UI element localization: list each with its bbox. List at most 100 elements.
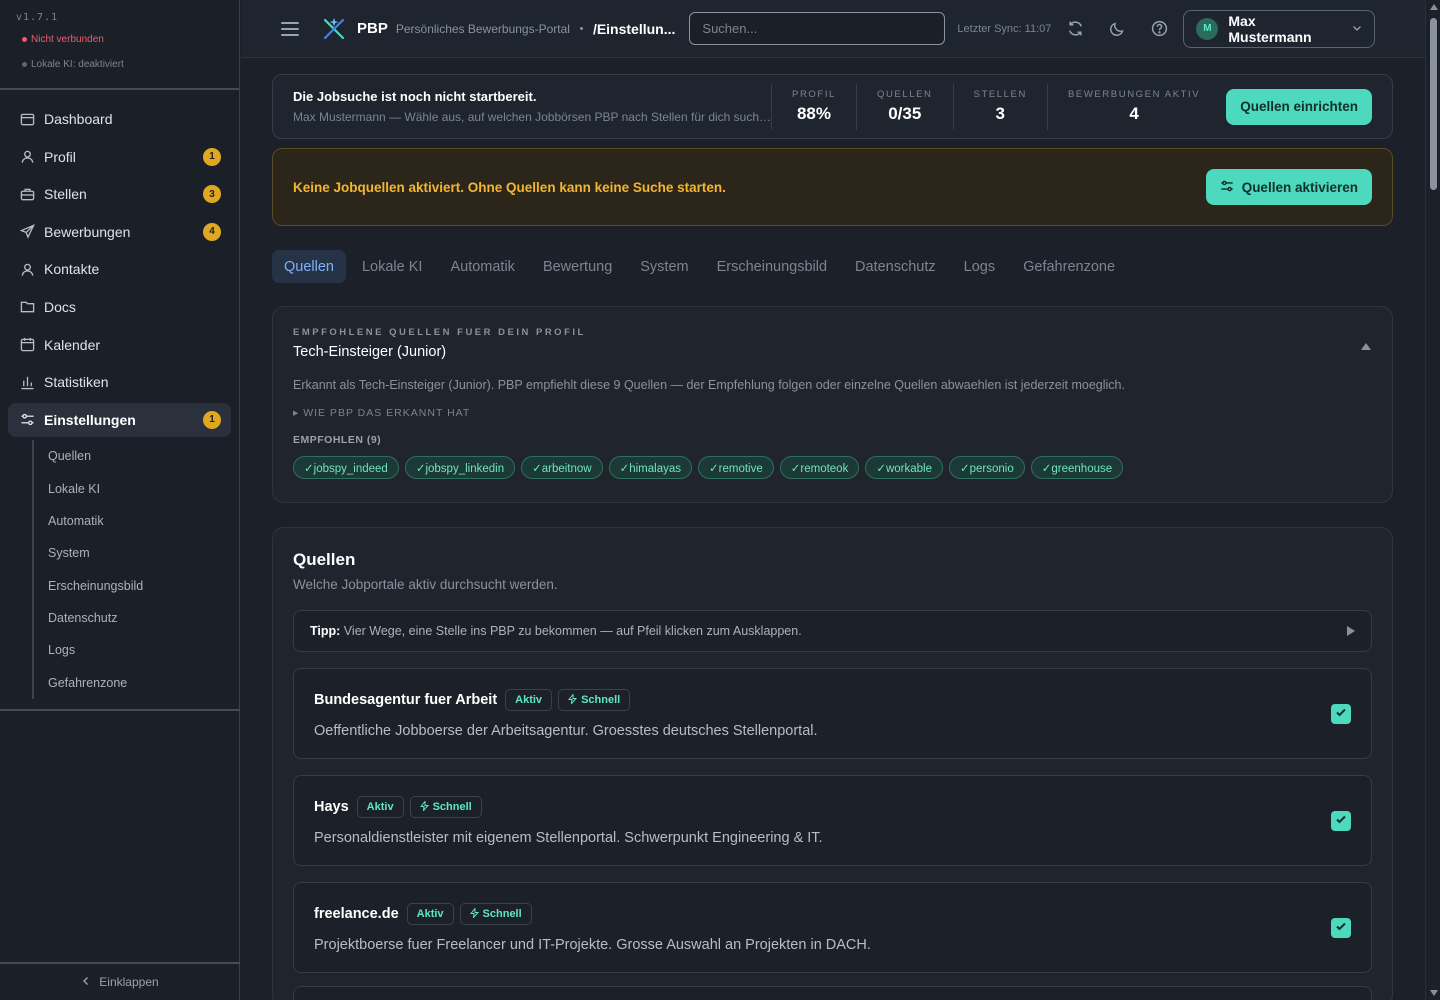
help-icon[interactable] [1149, 19, 1169, 39]
source-chip[interactable]: ✓personio [949, 456, 1025, 479]
subnav-item-logs[interactable]: Logs [48, 634, 231, 666]
recommendation-card: EMPFOHLENE QUELLEN FUER DEIN PROFIL Tech… [272, 306, 1393, 503]
source-chip[interactable]: ✓remotive [698, 456, 774, 479]
subnav-item-lokale-ki[interactable]: Lokale KI [48, 473, 231, 505]
moon-icon[interactable] [1107, 19, 1127, 39]
tab-erscheinungsbild[interactable]: Erscheinungsbild [705, 250, 839, 283]
source-chip[interactable]: ✓greenhouse [1030, 456, 1124, 479]
check-icon [1335, 919, 1347, 937]
ki-status-text: Lokale KI: deaktiviert [31, 59, 124, 70]
stat-label: BEWERBUNGEN AKTIV [1067, 89, 1201, 100]
subnav-item-system[interactable]: System [48, 537, 231, 569]
stat-stellen: STELLEN 3 [952, 83, 1047, 130]
sidebar-item-kontakte[interactable]: Kontakte [8, 252, 231, 286]
page-scrollbar[interactable] [1425, 0, 1440, 1000]
activate-sources-button[interactable]: Quellen aktivieren [1205, 169, 1372, 205]
check-icon [1335, 812, 1347, 830]
tab-automatik[interactable]: Automatik [438, 250, 526, 283]
source-name: Hays [314, 799, 349, 815]
user-menu-button[interactable]: M Max Mustermann [1183, 9, 1376, 48]
tab-quellen[interactable]: Quellen [272, 250, 346, 283]
sidebar-divider [0, 709, 240, 711]
source-checkbox[interactable] [1331, 811, 1351, 831]
scroll-up-icon[interactable] [1430, 4, 1438, 10]
scroll-thumb[interactable] [1430, 18, 1437, 190]
sidebar-item-statistiken[interactable]: Statistiken [8, 365, 231, 399]
source-header: Hays Aktiv Schnell [314, 796, 1351, 818]
calendar-icon [19, 337, 35, 353]
scroll-down-icon[interactable] [1430, 990, 1438, 996]
sidebar-item-docs[interactable]: Docs [8, 290, 231, 324]
subnav-item-erscheinungsbild[interactable]: Erscheinungsbild [48, 570, 231, 602]
tab-gefahrenzone[interactable]: Gefahrenzone [1011, 250, 1127, 283]
chevron-down-icon [1352, 20, 1362, 38]
subnav-item-automatik[interactable]: Automatik [48, 505, 231, 537]
brand-name: PBP [357, 20, 388, 37]
tip-body: Vier Wege, eine Stelle ins PBP zu bekomm… [340, 624, 802, 638]
breadcrumb: /Einstellun... [592, 20, 676, 37]
stat-value: 88% [796, 104, 831, 123]
sidebar-item-stellen[interactable]: Stellen 3 [8, 177, 231, 211]
status-badge: Aktiv [406, 903, 454, 925]
sources-title: Quellen [293, 550, 356, 569]
sidebar-item-einstellungen[interactable]: Einstellungen 1 [8, 402, 231, 437]
sliders-icon [1220, 179, 1234, 196]
sources-card: Quellen Welche Jobportale aktiv durchsuc… [272, 527, 1393, 1000]
source-chip[interactable]: ✓arbeitnow [521, 456, 603, 479]
source-chip[interactable]: ✓jobspy_indeed [293, 456, 399, 479]
setup-sources-button[interactable]: Quellen einrichten [1226, 88, 1372, 125]
sliders-icon [19, 412, 35, 428]
subnav-item-quellen[interactable]: Quellen [48, 440, 231, 472]
source-chip[interactable]: ✓himalayas [608, 456, 693, 479]
bolt-icon [568, 692, 578, 707]
tab-logs[interactable]: Logs [952, 250, 1007, 283]
source-description: Oeffentliche Jobboerse der Arbeitsagentu… [314, 723, 818, 739]
connection-status-text: Nicht verbunden [31, 34, 104, 45]
collapse-caret-icon[interactable] [1361, 343, 1371, 350]
logo-icon [323, 17, 345, 39]
sidebar-item-profil[interactable]: Profil 1 [8, 140, 231, 174]
tip-expander[interactable]: Tipp: Vier Wege, eine Stelle ins PBP zu … [293, 610, 1372, 652]
tab-system[interactable]: System [628, 250, 700, 283]
readiness-banner: Die Jobsuche ist noch nicht startbereit.… [272, 74, 1393, 139]
sidebar-item-dashboard[interactable]: Dashboard [8, 102, 231, 136]
subnav-item-gefahrenzone[interactable]: Gefahrenzone [48, 666, 231, 698]
settings-tabs: Quellen Lokale KI Automatik Bewertung Sy… [272, 250, 1393, 283]
sidebar-item-bewerbungen[interactable]: Bewerbungen 4 [8, 215, 231, 249]
source-checkbox[interactable] [1331, 918, 1351, 938]
sidebar: v1.7.1 Nicht verbunden Lokale KI: deakti… [0, 0, 240, 1000]
source-header: freelance.de Aktiv Schnell [314, 903, 1351, 925]
expand-arrow-icon[interactable] [1347, 626, 1355, 636]
avatar: M [1196, 17, 1219, 40]
collapse-button[interactable]: Einklappen [0, 962, 240, 1000]
stat-value: 4 [1129, 104, 1139, 123]
stat-label: QUELLEN [876, 89, 933, 100]
tab-lokale-ki[interactable]: Lokale KI [350, 250, 434, 283]
sidebar-item-kalender[interactable]: Kalender [8, 328, 231, 362]
warning-banner: Keine Jobquellen aktiviert. Ohne Quellen… [272, 148, 1393, 226]
sync-status: Letzter Sync: 11:07 [957, 22, 1052, 35]
menu-icon[interactable] [281, 21, 299, 36]
search-input[interactable] [689, 12, 946, 45]
source-name: freelance.de [314, 906, 399, 922]
status-dot-icon [22, 37, 27, 42]
stat-label: PROFIL [792, 89, 836, 100]
source-checkbox[interactable] [1331, 704, 1351, 724]
stat-quellen: QUELLEN 0/35 [855, 83, 953, 130]
source-chip[interactable]: ✓jobspy_linkedin [404, 456, 516, 479]
bolt-icon [419, 799, 429, 814]
ki-status: Lokale KI: deaktiviert [16, 59, 223, 70]
count-badge: 1 [203, 410, 221, 429]
subnav-item-datenschutz[interactable]: Datenschutz [48, 602, 231, 634]
stat-label: STELLEN [973, 89, 1027, 100]
tab-datenschutz[interactable]: Datenschutz [843, 250, 948, 283]
detection-details-toggle[interactable]: ▸ WIE PBP DAS ERKANNT HAT [293, 407, 1372, 419]
source-chip[interactable]: ✓remoteok [779, 456, 860, 479]
brand-subtitle: Persönliches Bewerbungs-Portal [395, 21, 570, 36]
folder-icon [19, 299, 35, 315]
refresh-icon[interactable] [1065, 19, 1085, 39]
speed-label: Schnell [581, 694, 621, 706]
sidebar-status-area: v1.7.1 Nicht verbunden Lokale KI: deakti… [0, 0, 239, 90]
source-chip[interactable]: ✓workable [865, 456, 943, 479]
tab-bewertung[interactable]: Bewertung [531, 250, 624, 283]
